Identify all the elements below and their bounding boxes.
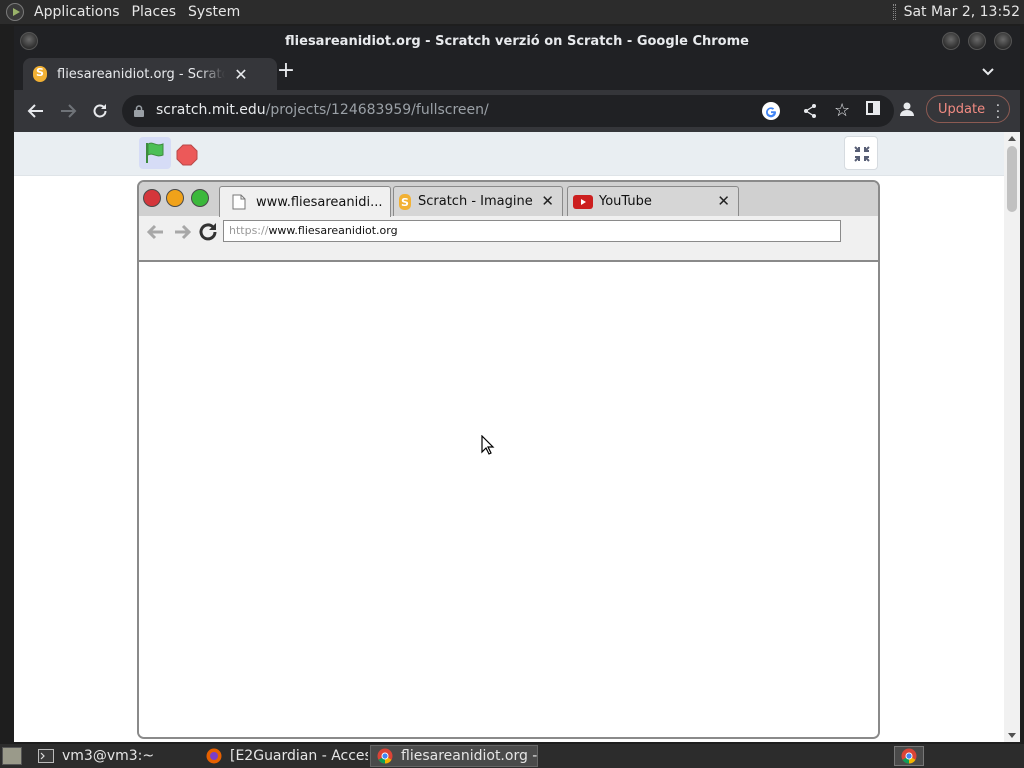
- svg-text:S: S: [401, 196, 409, 209]
- url-host: scratch.mit.edu: [156, 102, 266, 118]
- stage-tab-label: YouTube: [599, 194, 652, 209]
- url-path: /projects/124683959/fullscreen/: [265, 102, 489, 118]
- back-button[interactable]: [24, 99, 48, 123]
- title-bar[interactable]: fliesareanidiot.org - Scratch verzió on …: [14, 26, 1020, 56]
- chrome-window: fliesareanidiot.org - Scratch verzió on …: [14, 26, 1020, 742]
- close-window-button[interactable]: [994, 32, 1012, 50]
- reload-icon: [93, 104, 107, 118]
- top-panel: Applications Places System Sat Mar 2, 13…: [0, 0, 1024, 24]
- update-label: Update: [938, 101, 986, 117]
- stage-back-icon[interactable]: [145, 222, 165, 242]
- taskbar-label: vm3@vm3:~: [62, 748, 155, 764]
- window-menu-icon[interactable]: [20, 32, 38, 50]
- firefox-icon: [206, 748, 222, 764]
- tab-title: fliesareanidiot.org - Scratch verzió on …: [57, 66, 225, 82]
- stage-reload-icon[interactable]: [197, 221, 219, 243]
- stage-toolbar: https://www.fliesareanidiot.org: [139, 216, 878, 262]
- lock-icon[interactable]: [134, 105, 144, 117]
- side-panel-icon[interactable]: [866, 101, 880, 115]
- stage-tab-scratch[interactable]: S Scratch - Imagine ✕: [393, 186, 563, 216]
- tab-scratch-project[interactable]: fliesareanidiot.org - Scratch verzió on …: [23, 58, 277, 90]
- stage-tab-bar: www.fliesareanidi... S Scratch - Imagine…: [139, 182, 878, 217]
- chrome-icon: [377, 748, 393, 764]
- stage-minimize-light[interactable]: [166, 189, 184, 207]
- stage-tab-close-icon[interactable]: ✕: [717, 192, 730, 210]
- bottom-panel: vm3@vm3:~ [E2Guardian - Acces... fliesar…: [0, 744, 1024, 768]
- panel-right: Sat Mar 2, 13:52: [892, 0, 1024, 24]
- scratch-favicon-icon: [33, 66, 47, 82]
- toolbar: scratch.mit.edu/projects/124683959/fulls…: [14, 90, 1020, 132]
- scratch-icon: S: [399, 193, 411, 210]
- stage-tab-label: Scratch - Imagine: [418, 194, 533, 209]
- vertical-scrollbar[interactable]: [1004, 132, 1020, 742]
- stage-maximize-light[interactable]: [191, 189, 209, 207]
- exit-fullscreen-icon: [854, 146, 870, 162]
- youtube-icon: [573, 194, 593, 209]
- scratch-stage[interactable]: www.fliesareanidi... S Scratch - Imagine…: [137, 180, 880, 739]
- stage-url-bar[interactable]: https://www.fliesareanidiot.org: [223, 220, 841, 242]
- places-menu[interactable]: Places: [126, 0, 183, 24]
- stop-button[interactable]: [176, 144, 198, 166]
- scroll-thumb[interactable]: [1007, 146, 1017, 212]
- stage-close-light[interactable]: [143, 189, 161, 207]
- scroll-down-arrow-icon[interactable]: [1008, 733, 1016, 738]
- stage-tab-youtube[interactable]: YouTube ✕: [567, 186, 739, 216]
- window-title: fliesareanidiot.org - Scratch verzió on …: [285, 33, 749, 49]
- stage-tab-close-icon[interactable]: ✕: [541, 192, 554, 210]
- kebab-menu-icon[interactable]: ...: [996, 96, 1000, 121]
- mouse-pointer-icon: [481, 435, 495, 455]
- stage-forward-icon[interactable]: [173, 222, 193, 242]
- exit-fullscreen-button[interactable]: [844, 136, 878, 170]
- stage-tab-label: www.fliesareanidi...: [256, 194, 383, 210]
- tab-close-icon[interactable]: ✕: [233, 65, 249, 84]
- tray-chrome-icon[interactable]: [894, 746, 924, 766]
- taskbar-label: fliesareanidiot.org - ...: [401, 748, 538, 764]
- taskbar-label: [E2Guardian - Acces...: [230, 748, 368, 764]
- profile-avatar-icon[interactable]: [898, 100, 916, 118]
- stage-page-content[interactable]: [139, 262, 878, 737]
- page-icon: [232, 194, 246, 210]
- distro-logo-icon[interactable]: [6, 3, 24, 21]
- stage-url-host: www.fliesareanidiot.org: [268, 224, 398, 237]
- google-lens-icon[interactable]: [762, 102, 780, 120]
- panel-separator: [892, 4, 896, 20]
- taskbar-item-terminal[interactable]: vm3@vm3:~: [32, 745, 198, 767]
- taskbar-item-chrome[interactable]: fliesareanidiot.org - ...: [370, 745, 538, 767]
- page-viewport: www.fliesareanidi... S Scratch - Imagine…: [14, 132, 1020, 742]
- tab-strip: fliesareanidiot.org - Scratch verzió on …: [14, 56, 1020, 90]
- tab-search-chevron-icon[interactable]: [978, 62, 998, 82]
- stage-tab-fliesareanidiot[interactable]: www.fliesareanidi...: [219, 186, 391, 217]
- scroll-up-arrow-icon[interactable]: [1008, 136, 1016, 141]
- url-text[interactable]: scratch.mit.edu/projects/124683959/fulls…: [156, 102, 489, 118]
- bookmark-star-icon[interactable]: ☆: [834, 100, 850, 121]
- address-bar[interactable]: scratch.mit.edu/projects/124683959/fulls…: [122, 95, 894, 127]
- forward-arrow-icon: [61, 104, 77, 118]
- stage-url-protocol: https://: [229, 224, 269, 237]
- clock[interactable]: Sat Mar 2, 13:52: [904, 4, 1024, 20]
- share-icon[interactable]: [802, 103, 818, 119]
- back-arrow-icon: [27, 104, 43, 118]
- applications-menu[interactable]: Applications: [28, 0, 126, 24]
- green-flag-button[interactable]: [139, 137, 171, 169]
- forward-button[interactable]: [56, 99, 80, 123]
- reload-button[interactable]: [88, 99, 112, 123]
- taskbar-item-firefox[interactable]: [E2Guardian - Acces...: [200, 745, 368, 767]
- terminal-icon: [38, 749, 54, 763]
- minimize-button[interactable]: [942, 32, 960, 50]
- scratch-controls-bar: [14, 132, 1004, 176]
- update-button[interactable]: Update ...: [926, 95, 1010, 123]
- show-desktop-button[interactable]: [2, 747, 22, 765]
- new-tab-button[interactable]: +: [274, 60, 298, 84]
- system-menu[interactable]: System: [182, 0, 246, 24]
- green-flag-icon: [146, 142, 164, 163]
- maximize-button[interactable]: [968, 32, 986, 50]
